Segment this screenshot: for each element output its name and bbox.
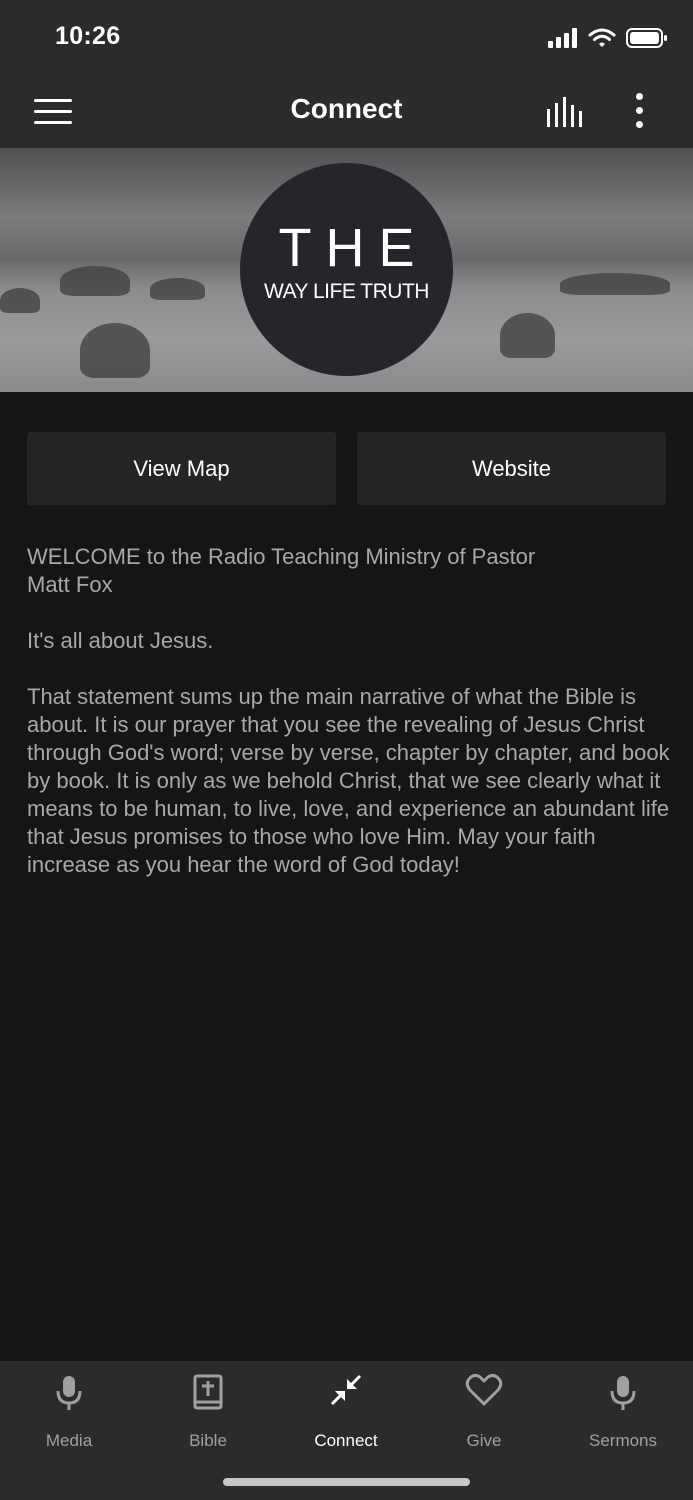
page-title: Connect <box>290 93 403 124</box>
tab-give[interactable]: Give <box>415 1373 553 1451</box>
more-options-icon[interactable] <box>630 93 650 129</box>
tab-connect[interactable]: Connect <box>277 1373 415 1451</box>
ministry-logo: THE WAY LIFE TRUTH <box>240 163 453 376</box>
tab-media-label: Media <box>45 1431 93 1450</box>
microphone-icon <box>610 1376 636 1410</box>
welcome-paragraph: WELCOME to the Radio Teaching Ministry o… <box>27 544 536 597</box>
wifi-icon <box>588 28 616 47</box>
microphone-icon <box>56 1376 82 1410</box>
battery-icon <box>626 28 667 48</box>
status-time: 10:26 <box>55 22 121 50</box>
tab-media[interactable]: Media <box>0 1373 138 1451</box>
logo-subtitle: WAY LIFE TRUTH <box>264 280 429 303</box>
home-indicator[interactable] <box>223 1478 470 1486</box>
audio-player-icon[interactable] <box>545 97 587 127</box>
navigation-bar: Connect <box>0 75 693 148</box>
tab-bible[interactable]: Bible <box>139 1373 277 1451</box>
cellular-signal-icon <box>548 28 577 48</box>
description-paragraph: That statement sums up the main narrativ… <box>27 684 676 877</box>
tab-give-label: Give <box>466 1431 502 1450</box>
status-icons <box>548 28 668 48</box>
hero-banner: THE WAY LIFE TRUTH <box>0 148 693 392</box>
ministry-description: WELCOME to the Radio Teaching Ministry o… <box>27 543 672 879</box>
website-button[interactable]: Website <box>357 432 666 505</box>
tab-bible-label: Bible <box>189 1431 227 1450</box>
tab-sermons-label: Sermons <box>588 1431 658 1450</box>
bible-icon <box>193 1374 223 1410</box>
tagline-paragraph: It's all about Jesus. <box>27 628 214 653</box>
tab-connect-label: Connect <box>314 1431 378 1450</box>
view-map-button[interactable]: View Map <box>27 432 336 505</box>
heart-icon <box>465 1373 503 1406</box>
connect-arrows-icon <box>330 1374 362 1406</box>
logo-title: THE <box>278 218 429 278</box>
tab-sermons[interactable]: Sermons <box>554 1373 692 1451</box>
status-bar: 10:26 <box>0 0 693 75</box>
